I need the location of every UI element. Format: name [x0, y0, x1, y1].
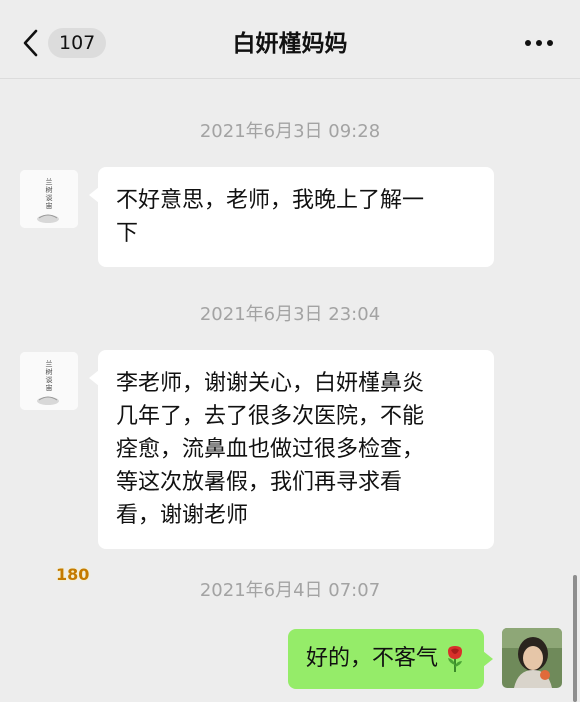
message-line: 痊愈，流鼻血也做过很多检查，	[116, 437, 425, 462]
svg-text:谈: 谈	[46, 193, 53, 202]
svg-text:兰: 兰	[46, 359, 53, 368]
user-avatar[interactable]	[502, 628, 562, 688]
contact-avatar[interactable]: 兰 树 谈 宙	[20, 170, 78, 228]
calligraphy-avatar-icon: 兰 树 谈 宙	[20, 352, 78, 410]
calligraphy-avatar-icon: 兰 树 谈 宙	[20, 170, 78, 228]
message-line: 下	[116, 221, 139, 246]
svg-text:兰: 兰	[46, 177, 53, 186]
svg-text:树: 树	[46, 367, 53, 376]
more-options-icon[interactable]	[524, 36, 554, 50]
timestamp: 2021年6月3日 23:04	[199, 304, 381, 325]
message-line: 李老师，谢谢关心，白妍槿鼻炎	[116, 371, 425, 396]
chat-title: 白妍槿妈妈	[232, 31, 348, 57]
message-line: 看，谢谢老师	[116, 503, 249, 528]
scrollbar[interactable]	[573, 575, 577, 702]
message-bubble-incoming[interactable]: 不好意思，老师，我晚上了解一 下	[89, 167, 494, 267]
timestamp: 2021年6月3日 09:28	[199, 121, 381, 142]
svg-text:树: 树	[46, 185, 53, 194]
timestamp: 2021年6月4日 07:07	[199, 580, 381, 601]
message-bubble-incoming[interactable]: 李老师，谢谢关心，白妍槿鼻炎 几年了，去了很多次医院，不能 痊愈，流鼻血也做过很…	[89, 350, 494, 549]
svg-text:谈: 谈	[46, 375, 53, 384]
svg-text:宙: 宙	[46, 383, 53, 392]
rose-icon	[448, 646, 462, 672]
message-line: 几年了，去了很多次医院，不能	[116, 404, 425, 429]
user-photo-icon	[502, 628, 562, 688]
message-bubble-outgoing[interactable]: 好的，不客气	[287, 629, 494, 689]
svg-text:宙: 宙	[46, 201, 53, 210]
message-line: 等这次放暑假，我们再寻求看	[116, 470, 403, 495]
message-line: 不好意思，老师，我晚上了解一	[116, 188, 425, 213]
chat-header: 107 白妍槿妈妈	[0, 0, 580, 79]
contact-avatar[interactable]: 兰 树 谈 宙	[20, 352, 78, 410]
message-text: 好的，不客气	[305, 646, 438, 671]
